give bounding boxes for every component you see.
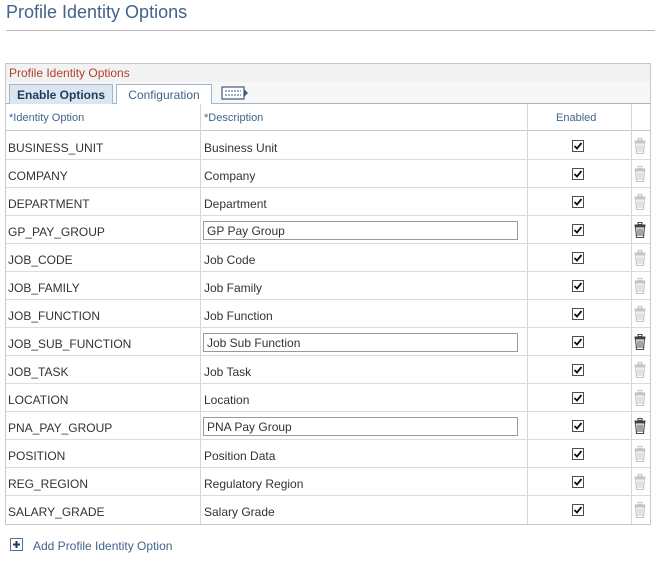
table-row: DEPARTMENT Department: [6, 188, 650, 216]
profile-identity-options-grid: Profile Identity Options Enable Options …: [5, 63, 651, 525]
enabled-checkbox[interactable]: [572, 504, 584, 516]
checkmark-icon: [573, 170, 583, 178]
identity-option-code: JOB_TASK: [8, 365, 69, 379]
delete-row-trash-icon[interactable]: [634, 138, 646, 155]
enabled-checkbox[interactable]: [572, 392, 584, 404]
tab-strip: Enable Options Configuration: [6, 82, 650, 105]
table-row: JOB_FUNCTION Job Function: [6, 300, 650, 328]
checkmark-icon: [573, 310, 583, 318]
column-header-identity-option[interactable]: *Identity Option: [9, 112, 84, 124]
add-profile-identity-option-label[interactable]: Add Profile Identity Option: [33, 539, 172, 553]
column-header-enabled[interactable]: Enabled: [556, 112, 596, 124]
identity-option-code: SALARY_GRADE: [8, 505, 105, 519]
enabled-checkbox[interactable]: [572, 448, 584, 460]
enabled-checkbox[interactable]: [572, 476, 584, 488]
delete-row-trash-icon[interactable]: [634, 194, 646, 211]
description-text: Job Task: [204, 365, 252, 379]
identity-option-code: POSITION: [8, 449, 66, 463]
enabled-checkbox[interactable]: [572, 224, 584, 236]
delete-row-trash-icon[interactable]: [634, 362, 646, 379]
table-row: BUSINESS_UNIT Business Unit: [6, 132, 650, 160]
table-row: SALARY_GRADE Salary Grade: [6, 496, 650, 524]
identity-option-code: JOB_FUNCTION: [8, 309, 101, 323]
identity-option-code: JOB_CODE: [8, 253, 73, 267]
enabled-checkbox[interactable]: [572, 196, 584, 208]
page-title: Profile Identity Options: [6, 2, 188, 22]
identity-option-code: JOB_SUB_FUNCTION: [8, 337, 132, 351]
plus-icon[interactable]: [10, 538, 23, 551]
show-all-columns-icon[interactable]: [221, 85, 249, 101]
description-text: Regulatory Region: [204, 477, 304, 491]
enabled-checkbox[interactable]: [572, 308, 584, 320]
enabled-checkbox[interactable]: [572, 168, 584, 180]
checkmark-icon: [573, 198, 583, 206]
description-input[interactable]: [203, 417, 518, 436]
enabled-checkbox[interactable]: [572, 140, 584, 152]
checkmark-icon: [573, 450, 583, 458]
table-row: COMPANY Company: [6, 160, 650, 188]
enabled-checkbox[interactable]: [572, 280, 584, 292]
checkmark-icon: [573, 142, 583, 150]
tab-enable-options[interactable]: Enable Options: [9, 84, 113, 105]
grid-title: Profile Identity Options: [6, 64, 650, 82]
table-row: JOB_SUB_FUNCTION: [6, 328, 650, 356]
checkmark-icon: [573, 254, 583, 262]
description-text: Job Family: [204, 281, 263, 295]
table-row: LOCATION Location: [6, 384, 650, 412]
table-row: GP_PAY_GROUP: [6, 216, 650, 244]
description-text: Business Unit: [204, 141, 278, 155]
description-text: Department: [204, 197, 267, 211]
identity-option-code: LOCATION: [8, 393, 69, 407]
checkmark-icon: [573, 226, 583, 234]
delete-row-trash-icon[interactable]: [634, 166, 646, 183]
identity-option-code: DEPARTMENT: [8, 197, 90, 211]
identity-option-code: GP_PAY_GROUP: [8, 225, 105, 239]
table-row: PNA_PAY_GROUP: [6, 412, 650, 440]
title-divider: [6, 30, 655, 31]
delete-row-trash-icon[interactable]: [634, 250, 646, 267]
table-row: JOB_CODE Job Code: [6, 244, 650, 272]
table-row: JOB_FAMILY Job Family: [6, 272, 650, 300]
delete-row-trash-icon[interactable]: [634, 390, 646, 407]
identity-option-code: COMPANY: [8, 169, 68, 183]
delete-row-trash-icon[interactable]: [634, 418, 646, 435]
delete-row-trash-icon[interactable]: [634, 474, 646, 491]
description-text: Position Data: [204, 449, 276, 463]
identity-option-code: BUSINESS_UNIT: [8, 141, 104, 155]
table-row: JOB_TASK Job Task: [6, 356, 650, 384]
description-text: Location: [204, 393, 250, 407]
checkmark-icon: [573, 366, 583, 374]
delete-row-trash-icon[interactable]: [634, 222, 646, 239]
delete-row-trash-icon[interactable]: [634, 446, 646, 463]
delete-row-trash-icon[interactable]: [634, 502, 646, 519]
column-header-description[interactable]: *Description: [204, 112, 263, 124]
enabled-checkbox[interactable]: [572, 420, 584, 432]
checkmark-icon: [573, 506, 583, 514]
delete-row-trash-icon[interactable]: [634, 334, 646, 351]
identity-option-code: PNA_PAY_GROUP: [8, 421, 113, 435]
description-text: Job Code: [204, 253, 256, 267]
description-text: Company: [204, 169, 256, 183]
enabled-checkbox[interactable]: [572, 252, 584, 264]
enabled-checkbox[interactable]: [572, 364, 584, 376]
table-row: POSITION Position Data: [6, 440, 650, 468]
checkmark-icon: [573, 338, 583, 346]
description-text: Salary Grade: [204, 505, 275, 519]
delete-row-trash-icon[interactable]: [634, 278, 646, 295]
tab-configuration[interactable]: Configuration: [116, 84, 212, 105]
identity-option-code: JOB_FAMILY: [8, 281, 80, 295]
description-text: Job Function: [204, 309, 273, 323]
checkmark-icon: [573, 478, 583, 486]
description-input[interactable]: [203, 221, 518, 240]
delete-row-trash-icon[interactable]: [634, 306, 646, 323]
checkmark-icon: [573, 422, 583, 430]
description-input[interactable]: [203, 333, 518, 352]
identity-option-code: REG_REGION: [8, 477, 89, 491]
table-row: REG_REGION Regulatory Region: [6, 468, 650, 496]
checkmark-icon: [573, 282, 583, 290]
checkmark-icon: [573, 394, 583, 402]
column-header-row: *Identity Option *Description Enabled: [6, 104, 650, 131]
enabled-checkbox[interactable]: [572, 336, 584, 348]
